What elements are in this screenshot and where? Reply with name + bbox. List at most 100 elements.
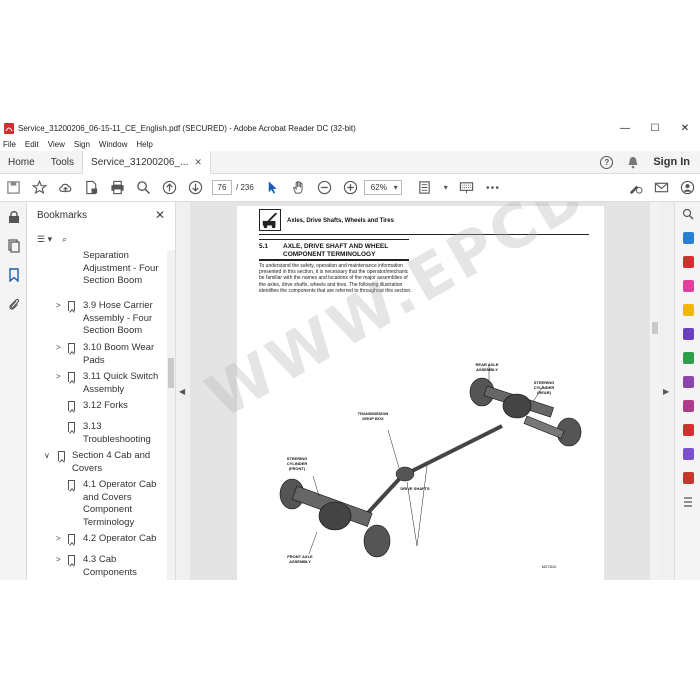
bookmarks-panel: Bookmarks ✕ ☰ ▾ ⌕ Separation Adjustment … <box>27 202 176 580</box>
sign-pen-icon[interactable] <box>622 174 648 202</box>
triangle-right-icon: ▶ <box>663 387 670 396</box>
collapse-left-panel-button[interactable]: ◀ <box>176 202 190 580</box>
cloud-upload-icon[interactable] <box>52 174 78 202</box>
zoom-select[interactable]: 62% <box>363 180 402 195</box>
expand-arrow-icon[interactable]: > <box>56 554 61 567</box>
select-cursor-icon[interactable] <box>260 174 286 202</box>
expand-arrow-icon[interactable]: > <box>56 371 61 384</box>
bookmark-flag-icon <box>68 372 75 382</box>
telehandler-icon <box>259 209 281 231</box>
bookmark-flag-icon <box>68 534 75 544</box>
organize-pages-icon[interactable] <box>675 346 700 370</box>
fit-page-icon[interactable] <box>412 174 438 202</box>
page-header-title: Axles, Drive Shafts, Wheels and Tires <box>287 218 394 224</box>
label-drive-shafts: DRIVE SHAFTS <box>400 486 430 491</box>
help-icon[interactable]: ? <box>600 155 614 169</box>
menu-help[interactable]: Help <box>136 140 152 149</box>
edit-pdf-icon[interactable] <box>675 274 700 298</box>
tab-bar: Home Tools Service_31200206_... ✕ ? Sign… <box>0 150 700 174</box>
close-window-button[interactable]: ✕ <box>670 120 700 137</box>
document-scrollbar[interactable] <box>650 202 660 580</box>
bookmark-label: 3.13 Troubleshooting <box>83 421 151 445</box>
bookmark-flag-icon <box>68 555 75 565</box>
export-pdf-icon[interactable] <box>675 226 700 250</box>
acrobat-app-icon <box>4 123 14 134</box>
close-panel-icon[interactable]: ✕ <box>155 208 165 222</box>
minimize-button[interactable]: — <box>610 120 640 137</box>
bell-icon[interactable] <box>627 156 639 169</box>
document-viewer[interactable]: Axles, Drive Shafts, Wheels and Tires 5.… <box>190 202 650 580</box>
bookmark-label: Separation Adjustment - Four Section Boo… <box>83 250 159 286</box>
left-nav-rail <box>0 202 27 580</box>
combine-files-icon[interactable] <box>675 322 700 346</box>
expand-arrow-icon[interactable]: > <box>56 300 61 313</box>
print-production-icon[interactable] <box>675 466 700 490</box>
close-tab-icon[interactable]: ✕ <box>194 151 202 174</box>
search-tool-icon[interactable] <box>675 202 700 226</box>
bookmark-label: 4.1 Operator Cab and Covers Component Te… <box>83 479 157 528</box>
fill-sign-icon[interactable] <box>675 370 700 394</box>
tab-document-label: Service_31200206_... <box>91 156 189 168</box>
menu-edit[interactable]: Edit <box>25 140 39 149</box>
tab-home[interactable]: Home <box>0 151 43 174</box>
label-steering-cylinder-rear: STEERING CYLINDER (REAR) <box>533 380 555 395</box>
toolbar: 76 / 236 62% ▾ <box>0 174 700 202</box>
file-lock-icon[interactable] <box>78 174 104 202</box>
bookmark-flag-icon <box>58 451 65 461</box>
menu-file[interactable]: File <box>3 140 16 149</box>
bookmark-search-icon[interactable]: ⌕ <box>62 234 67 245</box>
attachment-icon[interactable] <box>0 289 27 318</box>
menu-window[interactable]: Window <box>99 140 127 149</box>
page-down-icon[interactable] <box>182 174 208 202</box>
menu-sign[interactable]: Sign <box>74 140 90 149</box>
bookmark-panel-icon[interactable] <box>0 260 27 289</box>
page-number-input[interactable]: 76 <box>212 180 232 195</box>
bookmark-label: 3.12 Forks <box>83 400 128 411</box>
star-icon[interactable] <box>26 174 52 202</box>
keyboard-icon[interactable] <box>454 174 480 202</box>
bookmark-options-icon[interactable]: ☰ ▾ <box>37 234 52 245</box>
hand-tool-icon[interactable] <box>286 174 312 202</box>
protect-icon[interactable] <box>675 418 700 442</box>
bookmark-label: Section 4 Cab and Covers <box>72 450 151 474</box>
tab-document[interactable]: Service_31200206_... ✕ <box>82 150 211 174</box>
lock-icon[interactable] <box>0 202 27 231</box>
create-pdf-icon[interactable] <box>675 250 700 274</box>
title-bar: Service_31200206_06-15-11_CE_English.pdf… <box>0 120 700 137</box>
zoom-out-icon[interactable] <box>312 174 338 202</box>
collapse-right-panel-button[interactable]: ▶ <box>660 202 674 580</box>
label-front-axle: FRONT AXLE ASSEMBLY <box>287 554 313 564</box>
account-icon[interactable] <box>674 174 700 202</box>
more-tools-rail-icon[interactable] <box>675 442 700 466</box>
bookmark-flag-icon <box>68 422 75 432</box>
expand-arrow-icon[interactable]: > <box>56 342 61 355</box>
bookmark-label: 3.9 Hose Carrier Assembly - Four Section… <box>83 300 153 336</box>
bookmarks-scroll-thumb[interactable] <box>168 358 174 388</box>
section-top-rule <box>259 239 409 240</box>
send-for-signature-icon[interactable] <box>675 394 700 418</box>
bookmark-tree: Separation Adjustment - Four Section Boo… <box>27 250 167 580</box>
save-icon[interactable] <box>0 174 26 202</box>
label-steering-cylinder-front: STEERING CYLINDER (FRONT) <box>286 456 308 471</box>
bookmarks-scrollbar[interactable] <box>167 250 175 580</box>
collapse-arrow-icon[interactable]: ∨ <box>44 450 50 463</box>
bookmark-label: 4.2 Operator Cab <box>83 533 157 544</box>
right-tools-rail <box>674 202 700 580</box>
more-tools-icon[interactable] <box>480 174 506 202</box>
zoom-in-icon[interactable] <box>338 174 364 202</box>
comment-icon[interactable] <box>675 298 700 322</box>
email-icon[interactable] <box>648 174 674 202</box>
maximize-button[interactable]: ☐ <box>640 120 670 137</box>
tools-settings-icon[interactable] <box>675 490 700 514</box>
tab-tools[interactable]: Tools <box>43 151 82 174</box>
fit-dropdown-icon[interactable]: ▾ <box>438 174 454 202</box>
search-icon[interactable] <box>130 174 156 202</box>
menu-view[interactable]: View <box>48 140 65 149</box>
page-up-icon[interactable] <box>156 174 182 202</box>
page-thumbnails-icon[interactable] <box>0 231 27 260</box>
figure-id: MZ7810 <box>541 564 557 569</box>
print-icon[interactable] <box>104 174 130 202</box>
document-scroll-thumb[interactable] <box>652 322 658 334</box>
expand-arrow-icon[interactable]: > <box>56 533 61 546</box>
sign-in-button[interactable]: Sign In <box>653 156 690 168</box>
